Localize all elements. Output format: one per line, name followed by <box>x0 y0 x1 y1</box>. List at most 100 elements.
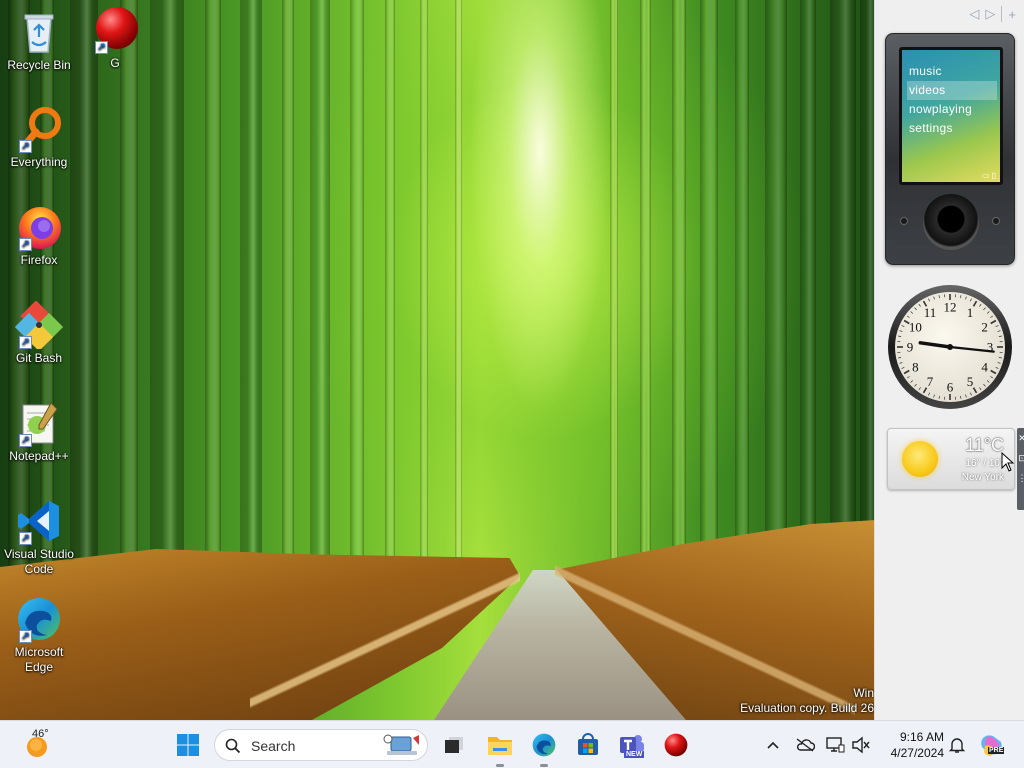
sun-icon <box>902 441 938 477</box>
desktop-icon-label: Everything <box>10 155 68 169</box>
desktop-icon-firefox[interactable]: ↗ Firefox <box>2 203 76 268</box>
store-icon <box>578 733 598 755</box>
desktop-icon-label: G <box>110 56 120 70</box>
show-hidden-icons-button[interactable] <box>762 734 784 756</box>
clock-numeral: 11 <box>924 305 937 320</box>
clock-numeral: 2 <box>981 320 988 335</box>
clock-numeral: 7 <box>927 374 934 389</box>
bamboo-stalk <box>120 0 138 620</box>
task-view-icon <box>445 737 463 753</box>
close-icon[interactable]: ✕ <box>1017 428 1024 448</box>
desktop-icon-edge[interactable]: ↗ Microsoft Edge <box>2 595 76 675</box>
fence-right <box>555 560 855 720</box>
notifications-button[interactable] <box>946 734 968 756</box>
preview-badge: PRE <box>988 747 1005 754</box>
taskbar-weather-temp: 46° <box>32 728 49 740</box>
task-view-button[interactable] <box>438 729 470 761</box>
mouse-cursor-icon <box>1001 452 1015 472</box>
bamboo-stalk <box>310 0 330 620</box>
windows-start-icon <box>177 734 199 756</box>
taskbar-store[interactable] <box>572 729 604 761</box>
shortcut-arrow-icon: ↗ <box>19 336 32 349</box>
watermark-line-2: Evaluation copy. Build 26 <box>740 701 874 715</box>
tray-date: 4/27/2024 <box>890 746 944 760</box>
media-player-pad[interactable] <box>923 194 979 250</box>
sidebar-controls: ◁ ▷ + <box>969 6 1016 22</box>
weather-gadget[interactable]: 11°C 16° / 10° New York <box>887 428 1015 490</box>
folder-icon <box>488 737 512 755</box>
desktop-icon-label: Firefox <box>20 253 58 267</box>
play-pause-button[interactable] <box>992 217 1000 225</box>
gadget-sidebar: ◁ ▷ + music videos nowplaying settings ▭… <box>874 0 1024 720</box>
battery-icon: ▭ ▯ <box>981 171 996 180</box>
taskbar-file-explorer[interactable] <box>484 729 516 767</box>
taskbar-weather[interactable]: 46° <box>18 728 58 761</box>
taskbar-edge[interactable] <box>528 729 560 767</box>
red-ball-icon: ↗ <box>91 6 139 54</box>
menu-item-videos[interactable]: videos <box>907 81 997 100</box>
notepadpp-icon: ↗ <box>15 399 63 447</box>
search-highlight-icon <box>383 734 419 755</box>
desktop-icon-label: Git Bash <box>15 351 63 365</box>
add-gadget-icon[interactable]: + <box>1008 7 1016 22</box>
copilot-button[interactable]: PRE <box>978 731 1006 759</box>
notification-bell-icon <box>948 738 966 753</box>
media-player-gadget[interactable]: music videos nowplaying settings ▭ ▯ <box>885 33 1015 265</box>
bamboo-stalk <box>672 0 686 620</box>
weather-temperature: 11°C <box>965 435 1004 455</box>
desktop-icon-label: Recycle Bin <box>7 58 71 72</box>
shortcut-arrow-icon: ↗ <box>95 41 108 54</box>
shortcut-arrow-icon: ↗ <box>19 238 32 251</box>
start-button[interactable] <box>172 729 204 761</box>
drag-handle-icon[interactable]: ⋮ <box>1017 468 1024 488</box>
clock-gadget[interactable]: 12 1 2 3 4 5 6 7 8 9 10 11 <box>887 284 1013 410</box>
options-icon[interactable]: ⊡ <box>1017 448 1024 468</box>
search-placeholder: Search <box>251 738 296 754</box>
edge-icon: ↗ <box>15 595 63 643</box>
bamboo-stalk <box>455 0 462 620</box>
previous-page-icon[interactable]: ◁ <box>969 6 979 22</box>
copilot-icon <box>981 735 1002 756</box>
clock-numeral: 8 <box>912 360 919 375</box>
taskbar-teams[interactable]: NEW <box>616 729 648 761</box>
back-button[interactable] <box>900 217 908 225</box>
volume-muted-icon <box>852 736 870 754</box>
search-input[interactable]: Search <box>214 729 428 761</box>
bamboo-stalk <box>735 0 749 620</box>
menu-item-nowplaying[interactable]: nowplaying <box>907 100 997 119</box>
clock-numeral: 12 <box>944 300 957 315</box>
network-tray-button[interactable] <box>824 734 846 756</box>
watermark-line-1: Win <box>853 686 874 700</box>
volume-tray-button[interactable] <box>850 734 872 756</box>
bamboo-stalk <box>765 0 787 620</box>
desktop-icon-g[interactable]: ↗ G <box>78 6 152 71</box>
gadget-toolbar: ✕ ⊡ ⋮ <box>1017 428 1024 510</box>
running-indicator <box>540 764 548 767</box>
clock-numeral: 5 <box>967 374 974 389</box>
weather-city: New York <box>961 472 1004 483</box>
shortcut-arrow-icon: ↗ <box>19 630 32 643</box>
desktop-wallpaper: Win Evaluation copy. Build 26 <box>0 0 874 720</box>
red-ball-icon <box>664 733 688 757</box>
desktop-icon-recycle-bin[interactable]: Recycle Bin <box>2 8 76 73</box>
bamboo-stalk <box>350 0 364 620</box>
desktop-icon-notepadpp[interactable]: ↗ Notepad++ <box>2 399 76 464</box>
network-icon <box>826 737 845 753</box>
shortcut-arrow-icon: ↗ <box>19 140 32 153</box>
taskbar: 46° Search NEW 9:16 AM 4/27/2024 PRE <box>0 720 1024 768</box>
menu-item-music[interactable]: music <box>907 62 997 81</box>
taskbar-g-app[interactable] <box>660 729 692 761</box>
desktop-icon-git-bash[interactable]: ↗ Git Bash <box>2 300 76 366</box>
clock-numeral: 6 <box>947 380 954 395</box>
bamboo-stalk <box>700 0 718 620</box>
bamboo-stalk <box>150 0 184 620</box>
clock-tray-button[interactable]: 9:16 AM 4/27/2024 <box>880 729 944 761</box>
desktop-icon-vscode[interactable]: ↗ Visual Studio Code <box>2 497 76 577</box>
bamboo-stalk <box>420 0 428 620</box>
running-indicator <box>496 764 504 767</box>
onedrive-tray-button[interactable] <box>794 734 816 756</box>
new-badge: NEW <box>624 751 645 758</box>
next-page-icon[interactable]: ▷ <box>985 6 995 22</box>
menu-item-settings[interactable]: settings <box>907 119 997 138</box>
desktop-icon-everything[interactable]: ↗ Everything <box>2 105 76 170</box>
